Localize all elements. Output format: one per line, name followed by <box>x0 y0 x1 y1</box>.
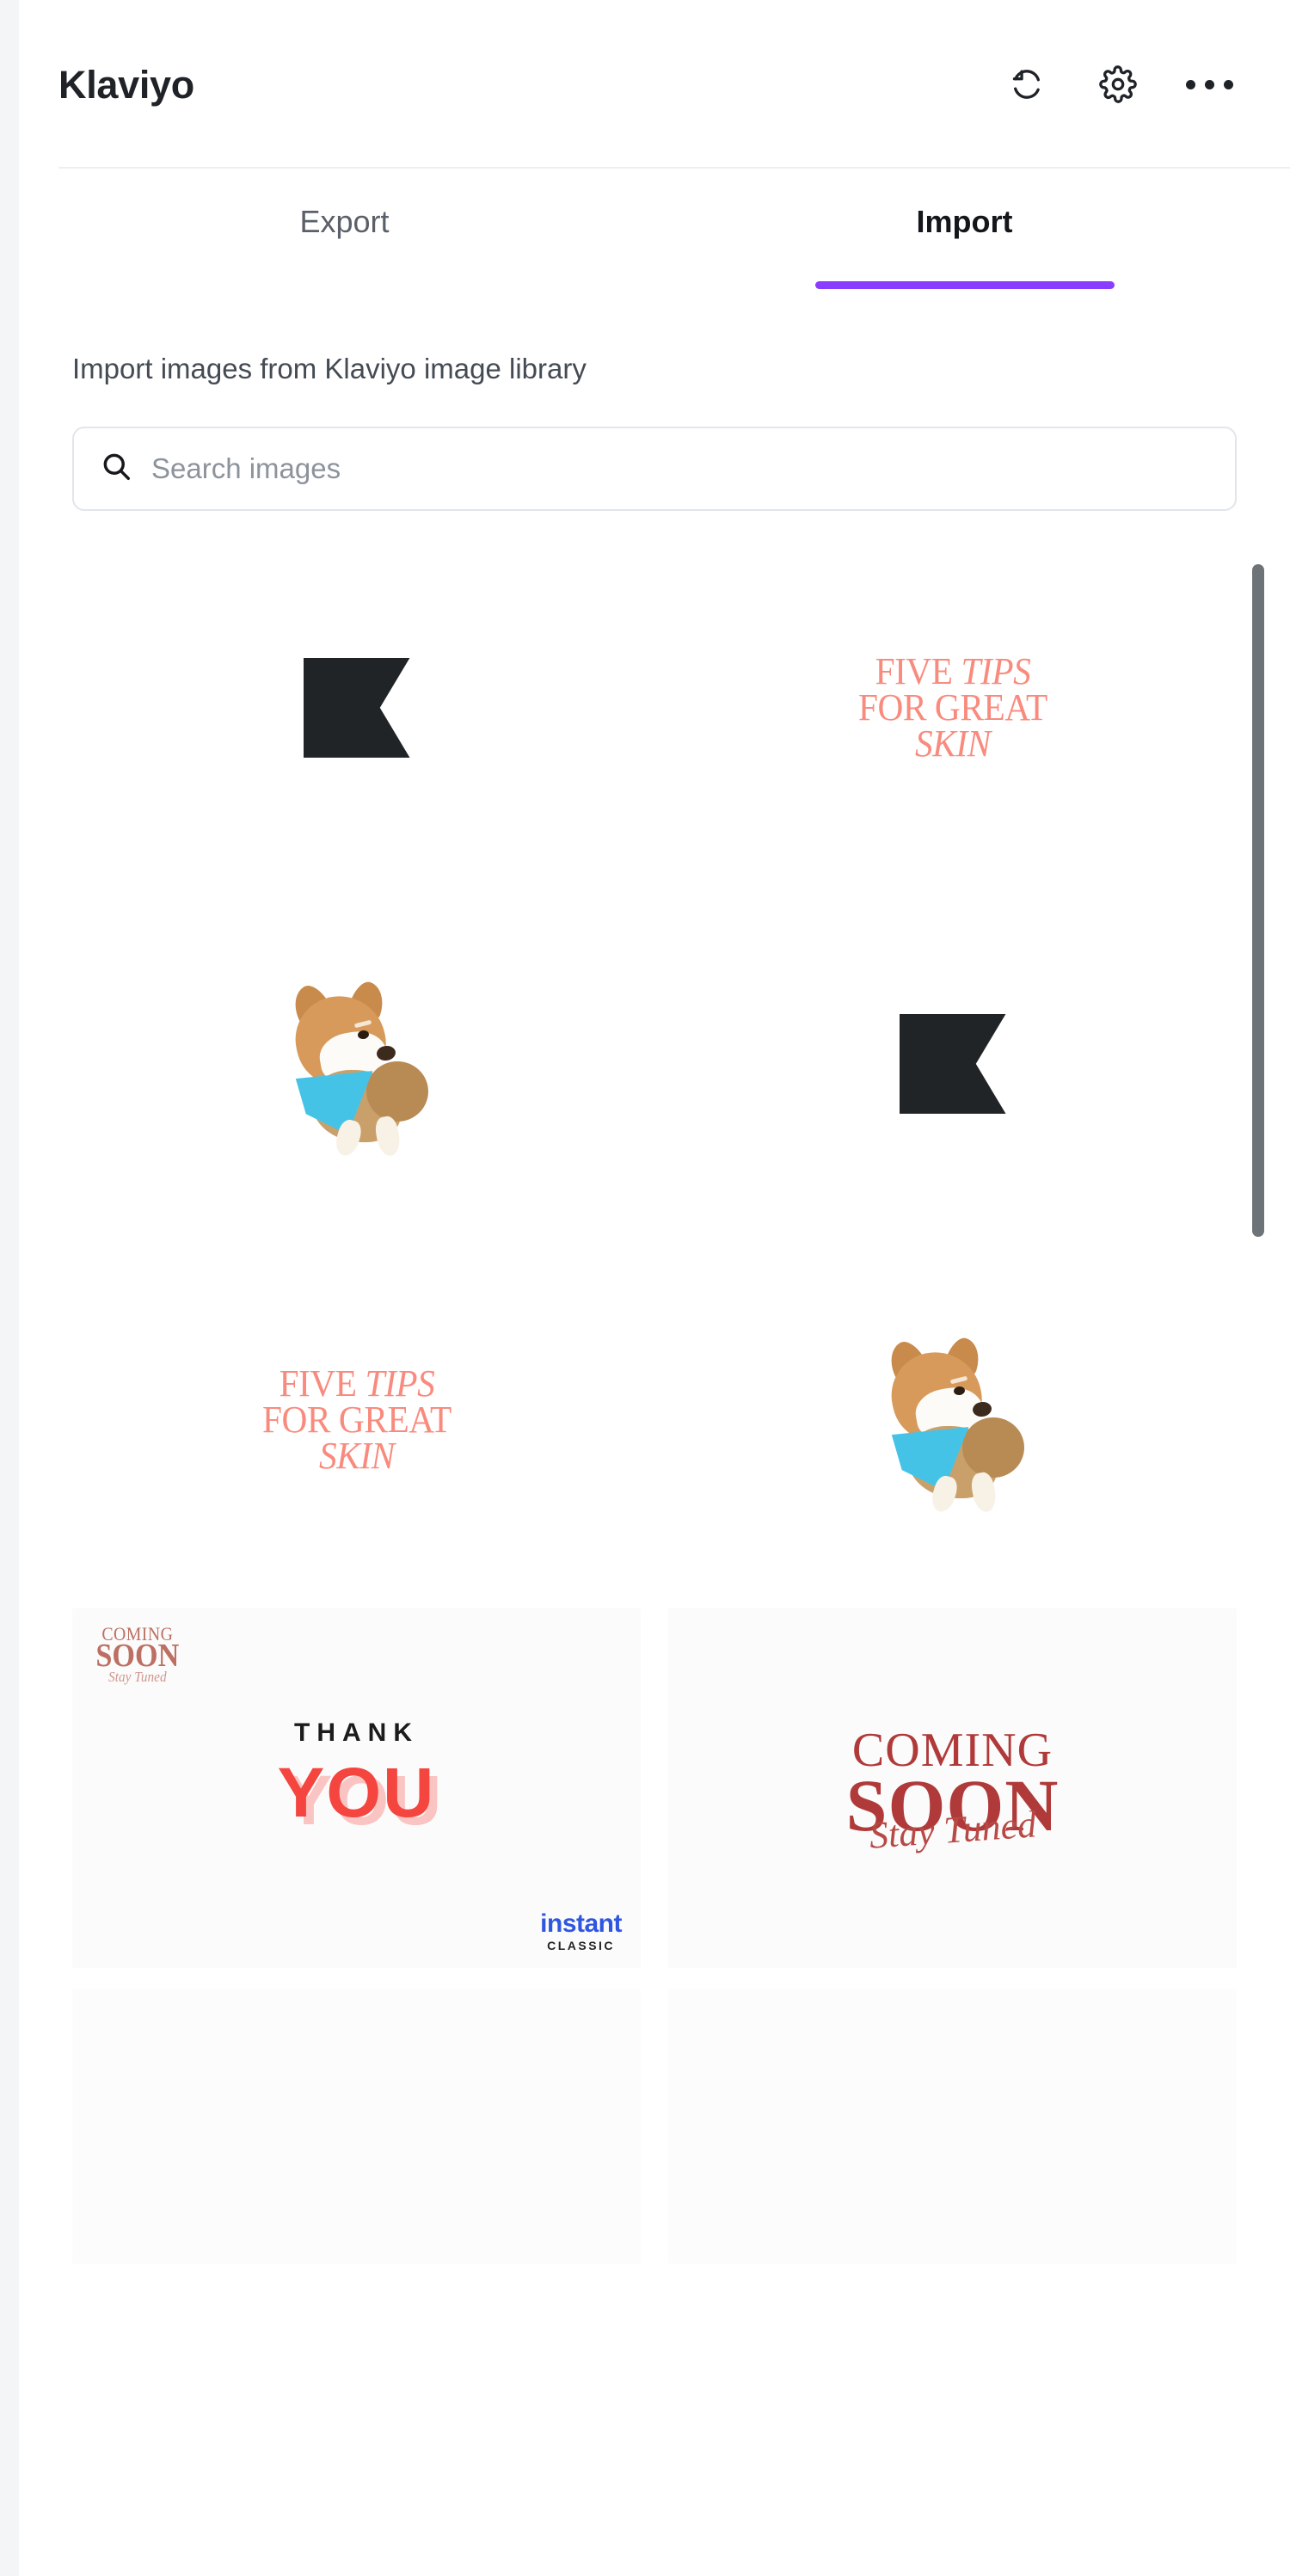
image-thumbnail[interactable]: COMING SOON Stay Tuned THANK YOU instant… <box>72 1608 641 1968</box>
image-grid: FIVE TIPS FOR GREAT SKIN FIVE TIPS FOR G… <box>72 539 1237 2264</box>
tab-import-label: Import <box>916 204 1013 239</box>
image-thumbnail[interactable] <box>668 1988 1237 2264</box>
panel-header: Klaviyo <box>19 0 1290 169</box>
tips-line3: SKIN <box>318 1435 395 1477</box>
tips-line2: FOR GREAT <box>261 1398 452 1441</box>
scrollbar-thumb[interactable] <box>1252 563 1264 1237</box>
image-thumbnail[interactable]: FIVE TIPS FOR GREAT SKIN <box>668 539 1237 876</box>
image-thumbnail[interactable] <box>668 1251 1237 1588</box>
more-options-button[interactable] <box>1182 57 1237 112</box>
search-input[interactable] <box>151 452 1209 485</box>
header-actions <box>999 57 1237 112</box>
search-field[interactable] <box>72 426 1237 511</box>
watermark-line3: Stay Tuned <box>108 1668 167 1685</box>
import-description: Import images from Klaviyo image library <box>72 353 587 384</box>
refresh-icon <box>1009 66 1045 102</box>
panel-surface: Klaviyo Export Import Import images from… <box>19 0 1290 2576</box>
flag-banner-icon <box>303 657 410 758</box>
gear-icon <box>1099 65 1137 103</box>
coming-soon-watermark: COMING SOON Stay Tuned <box>95 1624 180 1685</box>
panel-body: Import images from Klaviyo image library <box>19 351 1290 2264</box>
tips-line2: FOR GREAT <box>857 685 1047 729</box>
instant-classic-logo: instant CLASSIC <box>540 1909 622 1952</box>
image-grid-region: FIVE TIPS FOR GREAT SKIN FIVE TIPS FOR G… <box>72 539 1264 2264</box>
image-thumbnail[interactable]: FIVE TIPS FOR GREAT SKIN <box>72 1251 641 1588</box>
watermark-line2: SOON <box>95 1638 180 1675</box>
image-thumbnail[interactable] <box>72 895 641 1232</box>
thank-you-center: THANK YOU <box>72 1718 641 1834</box>
refresh-button[interactable] <box>999 57 1054 112</box>
shiba-dog-image <box>267 974 447 1159</box>
klaviyo-import-panel: Klaviyo Export Import Import images from… <box>0 0 1290 2576</box>
five-tips-artwork: FIVE TIPS FOR GREAT SKIN <box>857 652 1047 765</box>
you-text: YOU <box>277 1753 436 1832</box>
coming-soon-artwork: COMING SOON Stay Tuned <box>846 1726 1060 1857</box>
brand-line1: instant <box>540 1909 622 1938</box>
flag-banner-icon <box>899 1013 1006 1114</box>
tab-export-label: Export <box>299 204 390 239</box>
scrollbar-track[interactable] <box>1247 540 1269 1409</box>
more-icon <box>1185 79 1233 89</box>
image-thumbnail[interactable]: COMING SOON Stay Tuned <box>668 1608 1237 1968</box>
shiba-dog-image <box>863 1330 1043 1515</box>
search-icon <box>100 450 132 487</box>
thank-you-artwork: COMING SOON Stay Tuned THANK YOU instant… <box>72 1608 641 1968</box>
tab-export[interactable]: Export <box>34 169 654 289</box>
five-tips-artwork: FIVE TIPS FOR GREAT SKIN <box>261 1364 452 1477</box>
image-thumbnail[interactable] <box>72 539 641 876</box>
settings-button[interactable] <box>1090 57 1146 112</box>
tab-bar: Export Import <box>19 169 1290 289</box>
thank-text: THANK <box>294 1718 419 1747</box>
tab-import[interactable]: Import <box>654 169 1275 289</box>
brand-line2: CLASSIC <box>547 1938 616 1952</box>
image-thumbnail[interactable] <box>72 1988 641 2264</box>
tips-line3: SKIN <box>914 722 991 765</box>
tab-import-underline <box>814 281 1115 289</box>
image-thumbnail[interactable] <box>668 895 1237 1232</box>
page-title: Klaviyo <box>58 62 194 107</box>
